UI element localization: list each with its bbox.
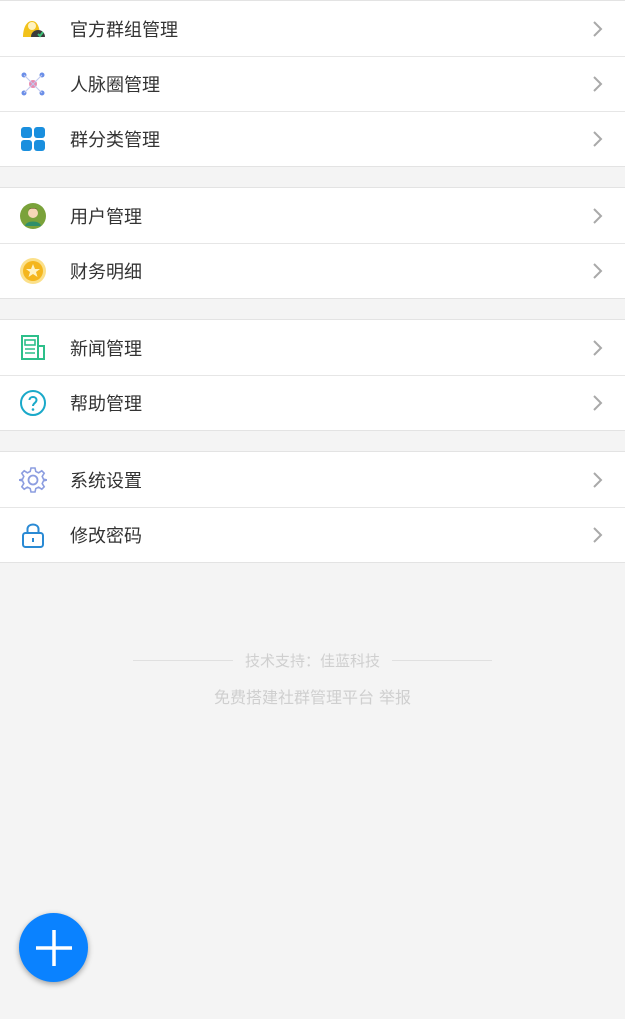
network-icon xyxy=(19,70,47,98)
menu-item-network[interactable]: 人脉圈管理 xyxy=(0,56,625,111)
user-avatar-icon xyxy=(19,202,47,230)
news-icon xyxy=(19,334,47,362)
chevron-right-icon xyxy=(593,339,603,356)
menu-item-help[interactable]: 帮助管理 xyxy=(0,375,625,430)
chevron-right-icon xyxy=(593,526,603,543)
menu-item-official-group[interactable]: 官方群组管理 xyxy=(0,1,625,56)
menu-group-4: 系统设置 修改密码 xyxy=(0,451,625,563)
menu-item-label: 人脉圈管理 xyxy=(70,74,160,96)
menu-group-3: 新闻管理 帮助管理 xyxy=(0,319,625,431)
menu-item-label: 系统设置 xyxy=(70,470,142,492)
tech-support-text: 技术支持：佳蓝科技 xyxy=(244,652,380,670)
menu-item-label: 新闻管理 xyxy=(70,338,142,360)
add-fab-button[interactable] xyxy=(19,913,88,982)
coin-star-icon xyxy=(19,257,47,285)
gear-icon xyxy=(19,466,47,494)
menu-group-1: 官方群组管理 人脉圈管理 群分类管理 xyxy=(0,0,625,167)
category-grid-icon xyxy=(19,125,47,153)
footer-links: 免费搭建社群管理平台 举报 xyxy=(0,684,625,708)
menu-item-label: 群分类管理 xyxy=(70,129,160,151)
help-icon xyxy=(19,389,47,417)
lock-icon xyxy=(19,521,47,549)
menu-item-group-category[interactable]: 群分类管理 xyxy=(0,111,625,166)
menu-item-label: 用户管理 xyxy=(70,206,142,228)
menu-item-news[interactable]: 新闻管理 xyxy=(0,320,625,375)
free-platform-link[interactable]: 免费搭建社群管理平台 xyxy=(214,688,374,707)
chevron-right-icon xyxy=(593,75,603,92)
menu-item-user-management[interactable]: 用户管理 xyxy=(0,188,625,243)
menu-group-2: 用户管理 财务明细 xyxy=(0,187,625,299)
chevron-right-icon xyxy=(593,130,603,147)
divider xyxy=(132,660,233,661)
menu-item-change-password[interactable]: 修改密码 xyxy=(0,507,625,562)
chevron-right-icon xyxy=(593,207,603,224)
menu-item-system-settings[interactable]: 系统设置 xyxy=(0,452,625,507)
menu-item-label: 帮助管理 xyxy=(70,393,142,415)
chevron-right-icon xyxy=(593,262,603,279)
report-link[interactable]: 举报 xyxy=(379,688,411,707)
official-group-icon xyxy=(19,15,47,43)
plus-icon xyxy=(35,929,72,966)
menu-item-finance[interactable]: 财务明细 xyxy=(0,243,625,298)
menu-item-label: 官方群组管理 xyxy=(70,19,178,41)
chevron-right-icon xyxy=(593,471,603,488)
footer: 技术支持：佳蓝科技 免费搭建社群管理平台 举报 xyxy=(0,650,625,708)
menu-item-label: 财务明细 xyxy=(70,261,142,283)
divider xyxy=(392,660,492,661)
chevron-right-icon xyxy=(593,394,603,411)
chevron-right-icon xyxy=(593,20,603,37)
menu-item-label: 修改密码 xyxy=(70,525,142,547)
tech-support: 技术支持：佳蓝科技 xyxy=(0,650,625,671)
